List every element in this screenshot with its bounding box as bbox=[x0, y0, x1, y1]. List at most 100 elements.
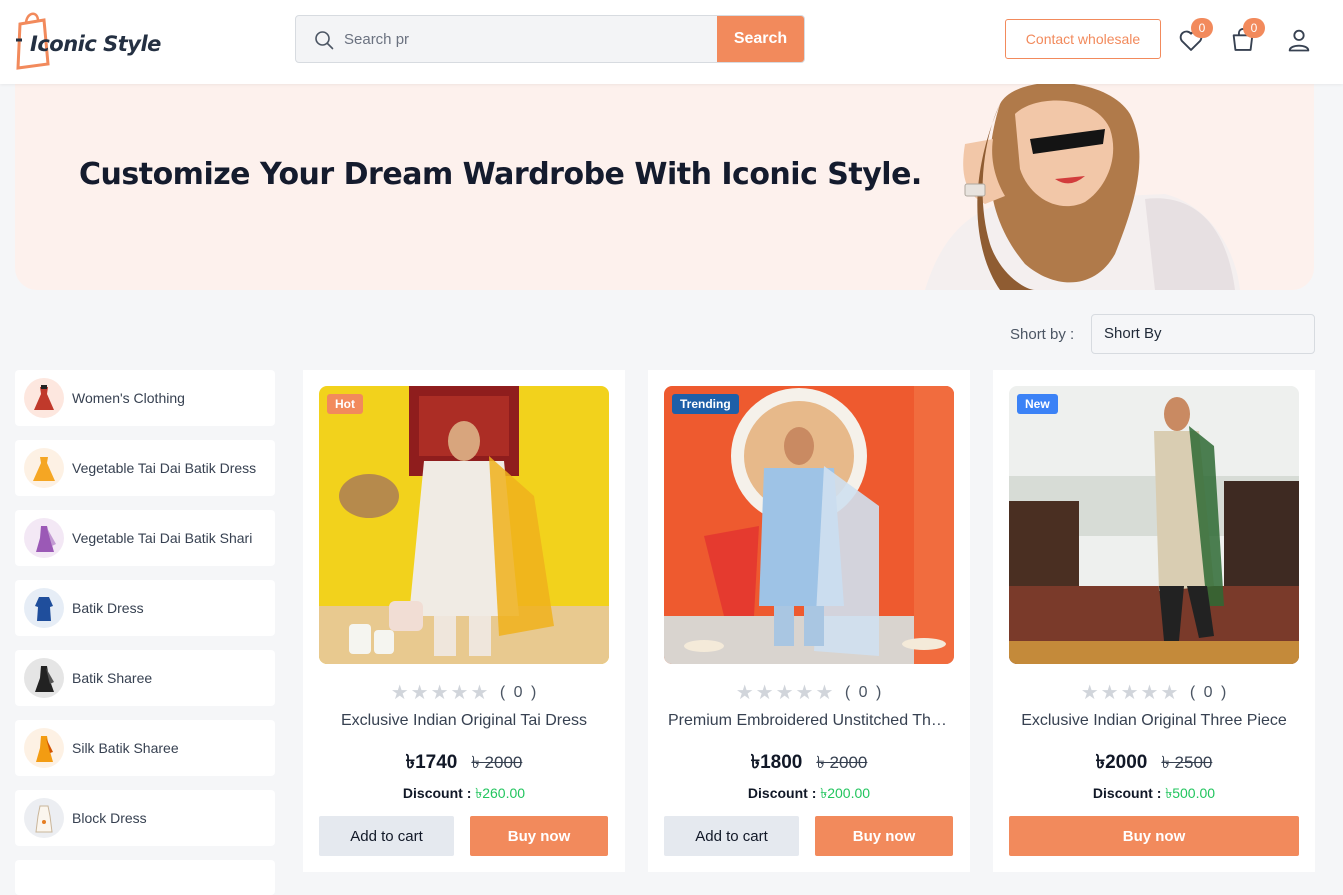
blue-dress-icon bbox=[24, 588, 64, 628]
search-input[interactable] bbox=[344, 16, 714, 62]
cart-count-badge: 0 bbox=[1243, 18, 1265, 38]
product-title[interactable]: Exclusive Indian Original Tai Dress bbox=[323, 712, 605, 730]
star-icon: ★ bbox=[1140, 682, 1159, 704]
cart-button[interactable]: 0 bbox=[1229, 18, 1265, 54]
star-rating: ★ ★ ★ ★ ★ bbox=[390, 680, 490, 705]
discount-row: Discount : ৳200.00 bbox=[648, 782, 970, 806]
brand-logo[interactable]: Iconic Style bbox=[14, 10, 161, 70]
site-header: Iconic Style Search Contact wholesale 0 … bbox=[0, 0, 1343, 84]
product-image[interactable]: Hot bbox=[319, 386, 609, 664]
star-icon: ★ bbox=[795, 682, 814, 704]
category-label: Silk Batik Sharee bbox=[72, 740, 179, 756]
product-tag: Trending bbox=[672, 394, 739, 414]
rating: ★ ★ ★ ★ ★ ( 0 ) bbox=[648, 680, 970, 705]
wishlist-count-badge: 0 bbox=[1191, 18, 1213, 38]
rating-count: ( 0 ) bbox=[1189, 683, 1229, 701]
rating-count: ( 0 ) bbox=[499, 683, 539, 701]
sort-label: Short by : bbox=[1010, 326, 1075, 343]
product-image[interactable]: Trending bbox=[664, 386, 954, 664]
rating: ★ ★ ★ ★ ★ ( 0 ) bbox=[993, 680, 1315, 705]
category-item[interactable]: Block Dress bbox=[15, 790, 275, 846]
current-price: ৳1800 bbox=[750, 752, 803, 773]
star-icon: ★ bbox=[1120, 682, 1139, 704]
current-price: ৳2000 bbox=[1095, 752, 1148, 773]
category-item[interactable] bbox=[15, 860, 275, 895]
product-card: New ★ ★ ★ ★ ★ ( 0 ) Exclusive Indian Origina… bbox=[993, 370, 1315, 872]
discount-value: ৳200.00 bbox=[820, 785, 871, 801]
product-title[interactable]: Premium Embroidered Unstitched Three Pie… bbox=[668, 712, 950, 730]
old-price: ৳ 2000 bbox=[816, 753, 868, 772]
contact-wholesale-button[interactable]: Contact wholesale bbox=[1005, 19, 1161, 59]
search-bar: Search bbox=[295, 15, 805, 63]
star-icon: ★ bbox=[430, 682, 449, 704]
product-tag: Hot bbox=[327, 394, 363, 414]
category-label: Women's Clothing bbox=[72, 390, 185, 406]
product-tag: New bbox=[1017, 394, 1058, 414]
category-item[interactable]: Women's Clothing bbox=[15, 370, 275, 426]
sort-select[interactable]: Short By bbox=[1091, 314, 1315, 354]
category-label: Vegetable Tai Dai Batik Dress bbox=[72, 460, 257, 476]
model-photo bbox=[925, 84, 1240, 290]
category-item[interactable]: Silk Batik Sharee bbox=[15, 720, 275, 776]
old-price: ৳ 2500 bbox=[1161, 753, 1213, 772]
yellow-dress-icon bbox=[24, 448, 64, 488]
category-label: Batik Sharee bbox=[72, 670, 153, 686]
product-image[interactable]: New bbox=[1009, 386, 1299, 664]
black-sharee-icon bbox=[24, 658, 64, 698]
star-rating: ★ ★ ★ ★ ★ bbox=[735, 680, 835, 705]
category-item[interactable]: Vegetable Tai Dai Batik Shari bbox=[15, 510, 275, 566]
discount-value: ৳260.00 bbox=[475, 785, 526, 801]
star-icon: ★ bbox=[735, 682, 754, 704]
white-dress-icon bbox=[24, 798, 64, 838]
category-label: Block Dress bbox=[72, 810, 147, 826]
star-icon: ★ bbox=[1100, 682, 1119, 704]
product-card: Hot ★ ★ ★ ★ ★ ( 0 ) Exclusive Indian Origina… bbox=[303, 370, 625, 872]
buy-now-button[interactable]: Buy now bbox=[470, 816, 608, 856]
search-icon bbox=[315, 31, 334, 50]
star-icon: ★ bbox=[1080, 682, 1099, 704]
orange-sharee-icon bbox=[24, 728, 64, 768]
price-row: ৳1740 ৳ 2000 bbox=[303, 748, 625, 780]
star-icon: ★ bbox=[390, 682, 409, 704]
star-icon: ★ bbox=[410, 682, 429, 704]
star-icon: ★ bbox=[470, 682, 489, 704]
discount-value: ৳500.00 bbox=[1165, 785, 1216, 801]
hero-title: Customize Your Dream Wardrobe With Iconi… bbox=[79, 157, 922, 192]
old-price: ৳ 2000 bbox=[471, 753, 523, 772]
discount-row: Discount : ৳500.00 bbox=[993, 782, 1315, 806]
brand-name: Iconic Style bbox=[30, 32, 161, 56]
price-row: ৳1800 ৳ 2000 bbox=[648, 748, 970, 780]
search-button[interactable]: Search bbox=[717, 16, 804, 62]
buy-now-button[interactable]: Buy now bbox=[815, 816, 953, 856]
current-price: ৳1740 bbox=[405, 752, 458, 773]
star-rating: ★ ★ ★ ★ ★ bbox=[1080, 680, 1180, 705]
price-row: ৳2000 ৳ 2500 bbox=[993, 748, 1315, 780]
discount-row: Discount : ৳260.00 bbox=[303, 782, 625, 806]
category-label: Vegetable Tai Dai Batik Shari bbox=[72, 530, 253, 546]
purple-shari-icon bbox=[24, 518, 64, 558]
add-to-cart-button[interactable]: Add to cart bbox=[319, 816, 454, 856]
star-icon: ★ bbox=[775, 682, 794, 704]
account-button[interactable] bbox=[1285, 26, 1313, 54]
rating-count: ( 0 ) bbox=[844, 683, 884, 701]
discount-label: Discount : bbox=[747, 785, 821, 801]
add-to-cart-button[interactable]: Add to cart bbox=[664, 816, 799, 856]
discount-label: Discount : bbox=[402, 785, 476, 801]
buy-now-button[interactable]: Buy now bbox=[1009, 816, 1299, 856]
category-item[interactable]: Batik Sharee bbox=[15, 650, 275, 706]
hero-banner: Customize Your Dream Wardrobe With Iconi… bbox=[15, 84, 1314, 290]
discount-label: Discount : bbox=[1092, 785, 1166, 801]
star-icon: ★ bbox=[815, 682, 834, 704]
star-icon: ★ bbox=[755, 682, 774, 704]
user-icon bbox=[1288, 29, 1310, 52]
dress-icon bbox=[24, 378, 64, 418]
rating: ★ ★ ★ ★ ★ ( 0 ) bbox=[303, 680, 625, 705]
star-icon: ★ bbox=[450, 682, 469, 704]
star-icon: ★ bbox=[1160, 682, 1179, 704]
product-card: Trending ★ ★ ★ ★ ★ ( 0 ) Premium Embroidered… bbox=[648, 370, 970, 872]
category-item[interactable]: Batik Dress bbox=[15, 580, 275, 636]
category-item[interactable]: Vegetable Tai Dai Batik Dress bbox=[15, 440, 275, 496]
category-label: Batik Dress bbox=[72, 600, 144, 616]
product-title[interactable]: Exclusive Indian Original Three Piece bbox=[1013, 712, 1295, 730]
wishlist-button[interactable]: 0 bbox=[1177, 18, 1213, 54]
